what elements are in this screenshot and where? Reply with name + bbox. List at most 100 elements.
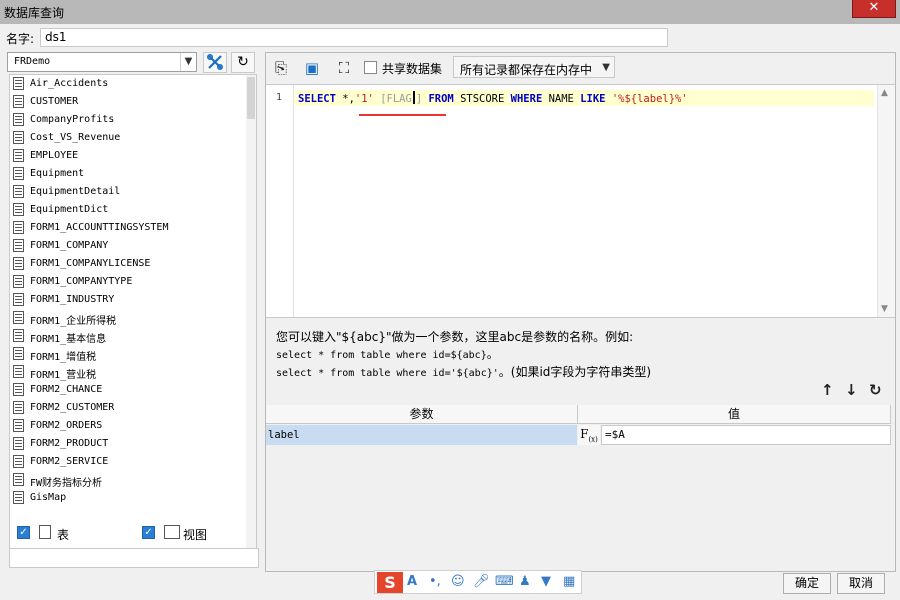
ok-button[interactable]: 确定 xyxy=(783,573,831,594)
param-name-cell[interactable]: label xyxy=(266,425,577,445)
sql-keyword: SELECT xyxy=(298,93,336,105)
scroll-up-icon[interactable]: ▲ xyxy=(881,88,888,98)
table-icon xyxy=(13,401,24,414)
hint-line: 您可以键入"${abc}"做为一个参数，这里abc是参数的名称。例如: xyxy=(276,330,634,344)
ime-emoji-icon[interactable]: ☺ xyxy=(451,574,465,589)
table-list-item[interactable]: Cost_VS_Revenue xyxy=(10,129,256,147)
move-up-icon[interactable]: ↑ xyxy=(821,381,834,399)
table-name: FORM2_SERVICE xyxy=(30,456,109,467)
table-list-item[interactable]: FORM1_企业所得税 xyxy=(10,309,256,327)
database-button[interactable]: ▣ xyxy=(300,57,324,79)
table-filter-label: 表 xyxy=(57,528,70,542)
table-list-item[interactable]: CUSTOMER xyxy=(10,93,256,111)
table-list-item[interactable]: FORM2_SERVICE xyxy=(10,453,256,471)
view-checkbox[interactable]: ✓ xyxy=(142,526,155,539)
table-name: GisMap xyxy=(30,492,67,503)
sql-editor[interactable]: 1 SELECT *,'1' [FLAG] FROM STSCORE WHERE… xyxy=(266,84,895,318)
param-actions: ↑ ↓ ↻ xyxy=(819,381,889,401)
table-name: FORM2_PRODUCT xyxy=(30,438,109,449)
hint-example: select * from table where id='${abc}' xyxy=(276,368,499,379)
table-list-item[interactable]: GisMap xyxy=(10,489,256,507)
table-search-input[interactable] xyxy=(9,548,259,568)
table-name: FORM1_营业税 xyxy=(30,370,97,381)
table-browser-panel: FRDemo ▼ ↻ Air_Accidents CUSTOMER CompanyP… xyxy=(7,52,259,572)
hint-note: 。(如果id字段为字符串类型) xyxy=(498,365,652,379)
share-checkbox[interactable] xyxy=(364,61,377,74)
table-list-item[interactable]: FORM1_基本信息 xyxy=(10,327,256,345)
table-list-item[interactable]: FORM1_COMPANYTYPE xyxy=(10,273,256,291)
refresh-tables-button[interactable]: ↻ xyxy=(231,52,255,73)
preview-button[interactable]: ⎘ xyxy=(269,57,293,79)
table-list-item[interactable]: FORM1_INDUSTRY xyxy=(10,291,256,309)
refresh-params-icon[interactable]: ↻ xyxy=(869,381,882,399)
table-list-item[interactable]: FORM1_COMPANY xyxy=(10,237,256,255)
table-list-item[interactable]: FW财务指标分析 xyxy=(10,471,256,489)
query-panel: ⎘ ▣ ⛶ 共享数据集 所有记录都保存在内存中 ▼ 1 SELECT *,'1'… xyxy=(265,52,896,572)
ime-skin-icon[interactable]: ▼ xyxy=(541,574,551,589)
parameter-hint: 您可以键入"${abc}"做为一个参数，这里abc是参数的名称。例如: sele… xyxy=(276,329,651,382)
close-button[interactable]: ✕ xyxy=(852,0,896,18)
preview-icon: ⎘ xyxy=(274,59,287,77)
editor-scrollbar[interactable]: ▲ ▼ xyxy=(877,85,895,317)
ime-user-icon[interactable]: ♟ xyxy=(519,574,531,589)
sogou-logo-icon[interactable]: S xyxy=(377,572,403,593)
name-label: 名字: xyxy=(6,32,35,46)
database-icon: ▣ xyxy=(304,59,320,77)
error-underline xyxy=(359,114,446,116)
param-value-cell[interactable]: =$A xyxy=(601,425,891,445)
connection-value: FRDemo xyxy=(14,56,51,67)
line-gutter: 1 xyxy=(266,85,294,317)
tools-icon xyxy=(206,53,224,71)
ime-language-icon[interactable]: A xyxy=(407,574,417,589)
table-icon xyxy=(13,149,24,162)
ime-keyboard-icon[interactable]: ⌨ xyxy=(495,574,514,589)
scroll-down-icon[interactable]: ▼ xyxy=(881,304,888,314)
table-icon xyxy=(13,221,24,234)
ime-toolbox-icon[interactable]: ▦ xyxy=(563,574,575,589)
table-list-item[interactable]: FORM1_COMPANYLICENSE xyxy=(10,255,256,273)
table-list-item[interactable]: Equipment xyxy=(10,165,256,183)
share-label: 共享数据集 xyxy=(382,62,443,76)
ime-punctuation-icon[interactable]: •, xyxy=(429,574,441,589)
table-list[interactable]: Air_Accidents CUSTOMER CompanyProfits Cost_… xyxy=(9,74,257,564)
table-list-item[interactable]: EquipmentDict xyxy=(10,201,256,219)
fullscreen-button[interactable]: ⛶ xyxy=(332,57,356,79)
table-name: Equipment xyxy=(30,168,85,179)
move-down-icon[interactable]: ↓ xyxy=(845,381,858,399)
formula-icon[interactable]: F(x) xyxy=(578,425,600,445)
table-list-item[interactable]: FORM2_CHANCE xyxy=(10,381,256,399)
table-list-item[interactable]: Air_Accidents xyxy=(10,75,256,93)
table-name: CUSTOMER xyxy=(30,96,79,107)
table-list-item[interactable]: FORM2_CUSTOMER xyxy=(10,399,256,417)
connection-select[interactable]: FRDemo ▼ xyxy=(7,52,197,72)
connection-settings-button[interactable] xyxy=(203,52,227,73)
table-list-item[interactable]: FORM1_增值税 xyxy=(10,345,256,363)
table-icon xyxy=(13,365,24,378)
chevron-down-icon: ▼ xyxy=(602,62,610,73)
hint-line: select * from table where id=${abc}。 xyxy=(276,346,651,364)
cancel-button[interactable]: 取消 xyxy=(837,573,885,594)
sql-code[interactable]: SELECT *,'1' [FLAG] FROM STSCORE WHERE N… xyxy=(298,91,688,105)
sql-identifier: [FLAG xyxy=(373,93,412,105)
storage-mode-select[interactable]: 所有记录都保存在内存中 ▼ xyxy=(453,56,615,78)
table-icon xyxy=(13,275,24,288)
table-list-item[interactable]: FORM2_PRODUCT xyxy=(10,435,256,453)
table-list-item[interactable]: FORM2_ORDERS xyxy=(10,417,256,435)
table-icon xyxy=(13,419,24,432)
refresh-icon: ↻ xyxy=(237,54,249,70)
sql-keyword: WHERE xyxy=(510,93,543,105)
table-filter-row: ✓ 表 ✓ 视图 xyxy=(7,522,259,544)
table-list-item[interactable]: EquipmentDetail xyxy=(10,183,256,201)
table-list-item[interactable]: CompanyProfits xyxy=(10,111,256,129)
table-icon xyxy=(39,525,51,539)
storage-mode-value: 所有记录都保存在内存中 xyxy=(460,63,593,77)
table-checkbox[interactable]: ✓ xyxy=(17,526,30,539)
name-input[interactable]: ds1 xyxy=(40,28,668,47)
name-row: 名字: ds1 xyxy=(0,24,900,50)
table-list-item[interactable]: FORM1_营业税 xyxy=(10,363,256,381)
table-list-item[interactable]: EMPLOYEE xyxy=(10,147,256,165)
ime-voice-icon[interactable]: 🎤︎ xyxy=(473,574,490,589)
line-number: 1 xyxy=(276,92,283,103)
table-list-item[interactable]: FORM1_ACCOUNTTINGSYSTEM xyxy=(10,219,256,237)
sql-string: '1' xyxy=(354,93,374,105)
